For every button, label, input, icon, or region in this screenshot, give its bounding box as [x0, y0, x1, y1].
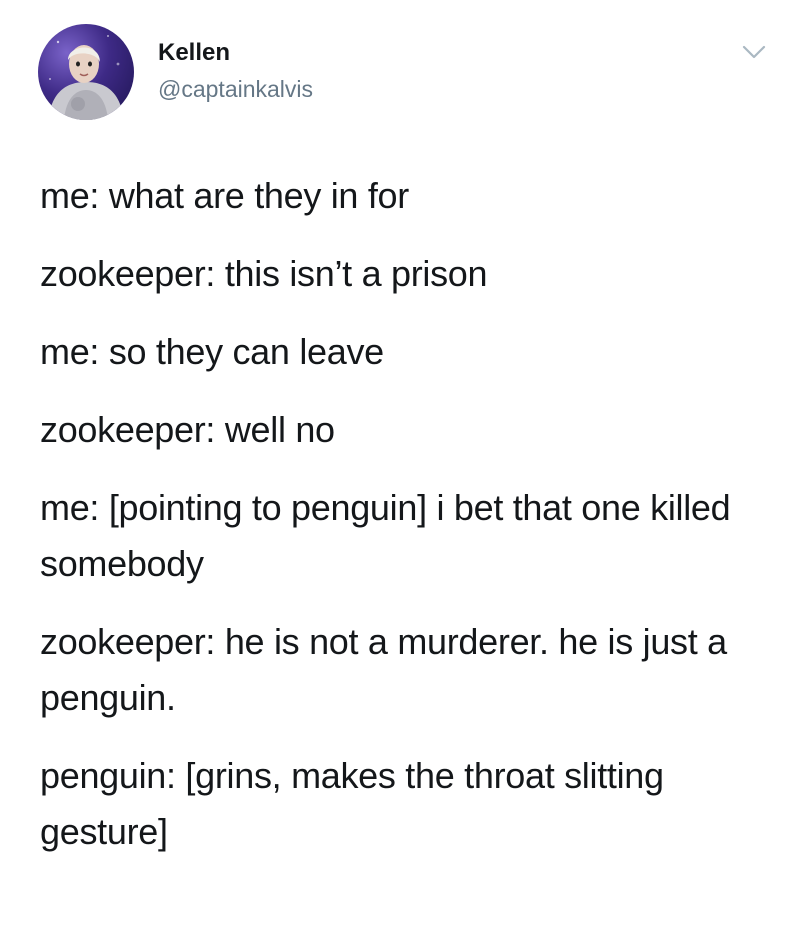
tweet-line: me: [pointing to penguin] i bet that one… — [40, 487, 731, 584]
user-handle[interactable]: @captainkalvis — [158, 74, 313, 104]
display-name[interactable]: Kellen — [158, 38, 313, 68]
tweet-line: me: so they can leave — [40, 331, 384, 372]
tweet-header: Kellen @captainkalvis — [38, 24, 768, 124]
user-names: Kellen @captainkalvis — [158, 38, 313, 104]
chevron-down-icon[interactable] — [740, 42, 768, 62]
avatar-image — [48, 35, 124, 120]
tweet-line: zookeeper: he is not a murderer. he is j… — [40, 621, 727, 718]
tweet-line: me: what are they in for — [40, 175, 409, 216]
tweet-line: penguin: [grins, makes the throat slitti… — [40, 755, 664, 852]
avatar[interactable] — [38, 24, 134, 120]
tweet-card: Kellen @captainkalvis me: what are they … — [0, 0, 800, 938]
tweet-line: zookeeper: well no — [40, 409, 335, 450]
tweet-text: me: what are they in for zookeeper: this… — [40, 168, 770, 882]
tweet-line: zookeeper: this isn’t a prison — [40, 253, 488, 294]
